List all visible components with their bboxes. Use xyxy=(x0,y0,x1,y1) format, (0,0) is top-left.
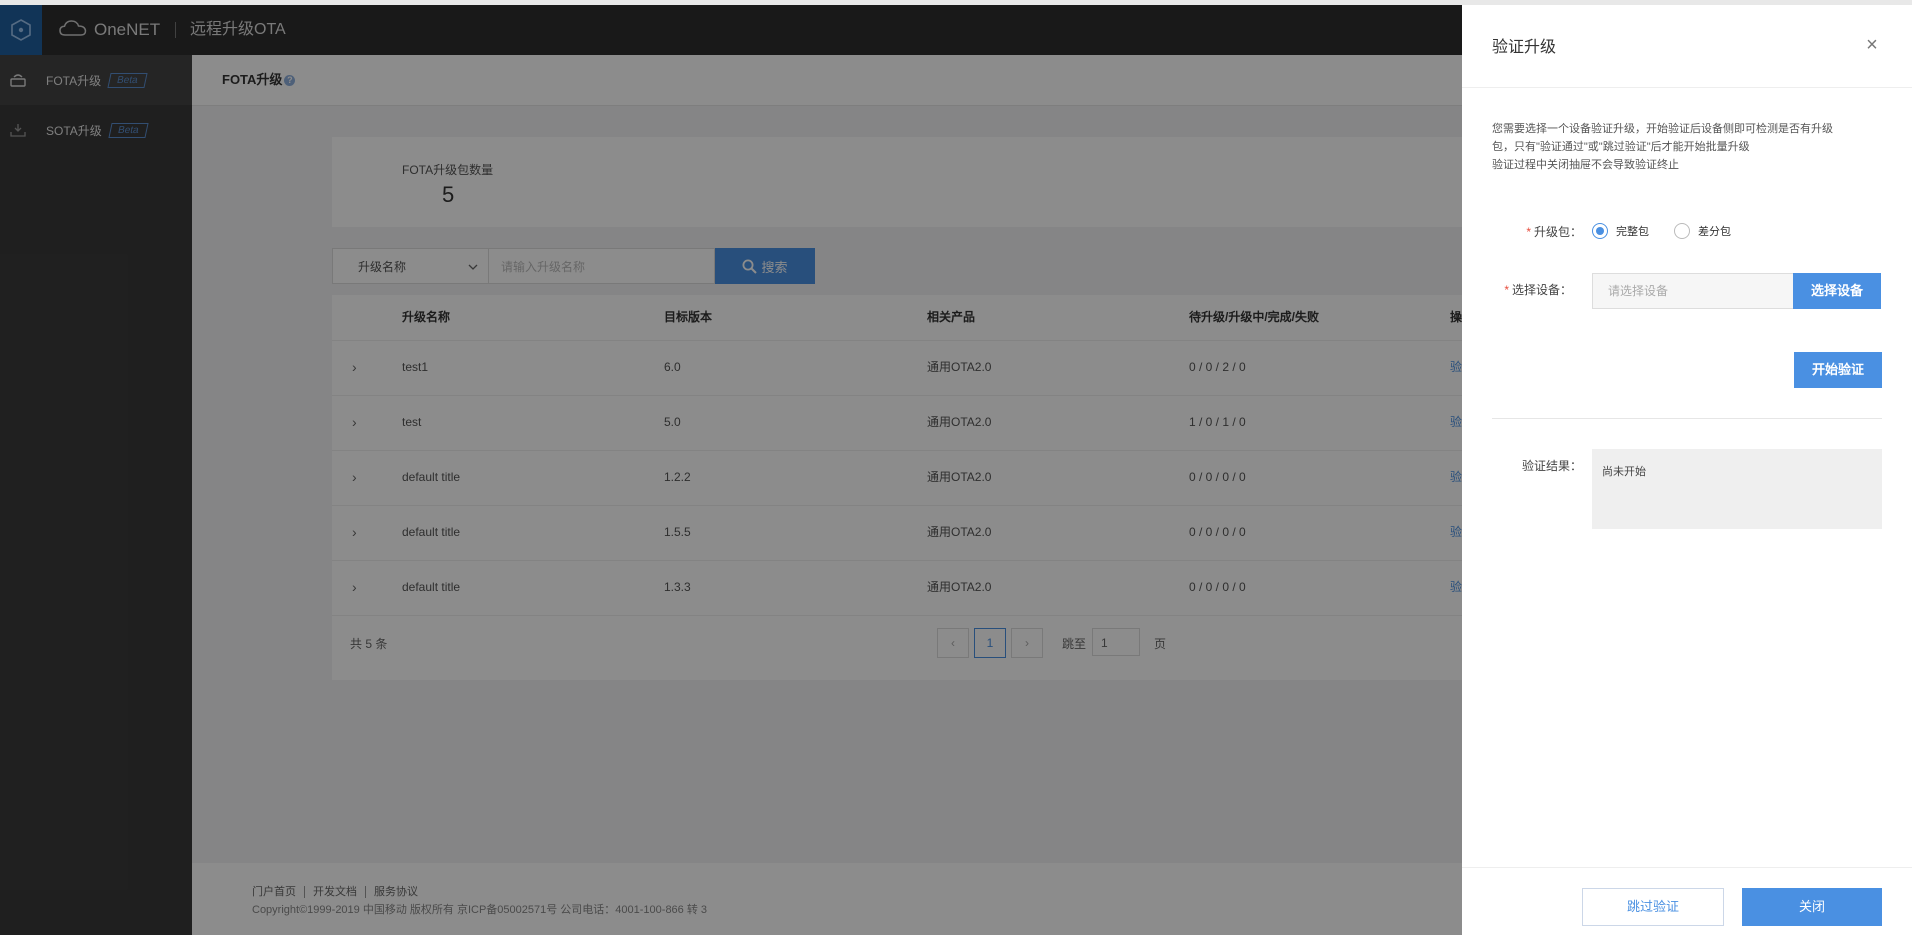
drawer-divider xyxy=(1492,418,1882,419)
result-box: 尚未开始 xyxy=(1592,449,1882,529)
skip-verify-button[interactable]: 跳过验证 xyxy=(1582,888,1724,926)
package-label-text: 升级包： xyxy=(1533,225,1582,239)
result-label: 验证结果： xyxy=(1521,459,1582,473)
device-label: * 选择设备： xyxy=(1482,281,1572,298)
radio-diff-package[interactable]: 差分包 xyxy=(1674,223,1731,239)
drawer-footer: 跳过验证 关闭 xyxy=(1462,867,1912,936)
device-label-text: 选择设备： xyxy=(1511,283,1572,297)
start-verify-button[interactable]: 开始验证 xyxy=(1794,352,1882,388)
description-line: 您需要选择一个设备验证升级，开始验证后设备侧即可检测是否有升级 xyxy=(1492,123,1833,135)
radio-label: 完整包 xyxy=(1616,226,1649,238)
drawer-title: 验证升级 xyxy=(1492,39,1557,56)
close-button[interactable]: 关闭 xyxy=(1742,888,1882,926)
radio-checked-icon xyxy=(1592,223,1608,239)
drawer-header: 验证升级 × xyxy=(1462,5,1912,88)
device-input[interactable]: 请选择设备 xyxy=(1592,273,1809,309)
radio-label: 差分包 xyxy=(1698,226,1731,238)
package-label: * 升级包： xyxy=(1492,223,1582,240)
app-root: OneNET 远程升级OTA FOTA升级 Beta SOTA升级 Beta F… xyxy=(0,5,1912,935)
verify-upgrade-drawer: 验证升级 × 您需要选择一个设备验证升级，开始验证后设备侧即可检测是否有升级 包… xyxy=(1462,5,1912,935)
close-icon[interactable]: × xyxy=(1857,30,1887,60)
select-device-button[interactable]: 选择设备 xyxy=(1793,273,1881,309)
description-line: 验证过程中关闭抽屉不会导致验证终止 xyxy=(1492,159,1679,171)
required-mark: * xyxy=(1526,225,1531,239)
radio-full-package[interactable]: 完整包 xyxy=(1592,223,1649,239)
radio-unchecked-icon xyxy=(1674,223,1690,239)
required-mark: * xyxy=(1504,283,1509,297)
description-line: 包，只有"验证通过"或"跳过验证"后才能开始批量升级 xyxy=(1492,141,1750,153)
drawer-description: 您需要选择一个设备验证升级，开始验证后设备侧即可检测是否有升级 包，只有"验证通… xyxy=(1492,120,1892,174)
